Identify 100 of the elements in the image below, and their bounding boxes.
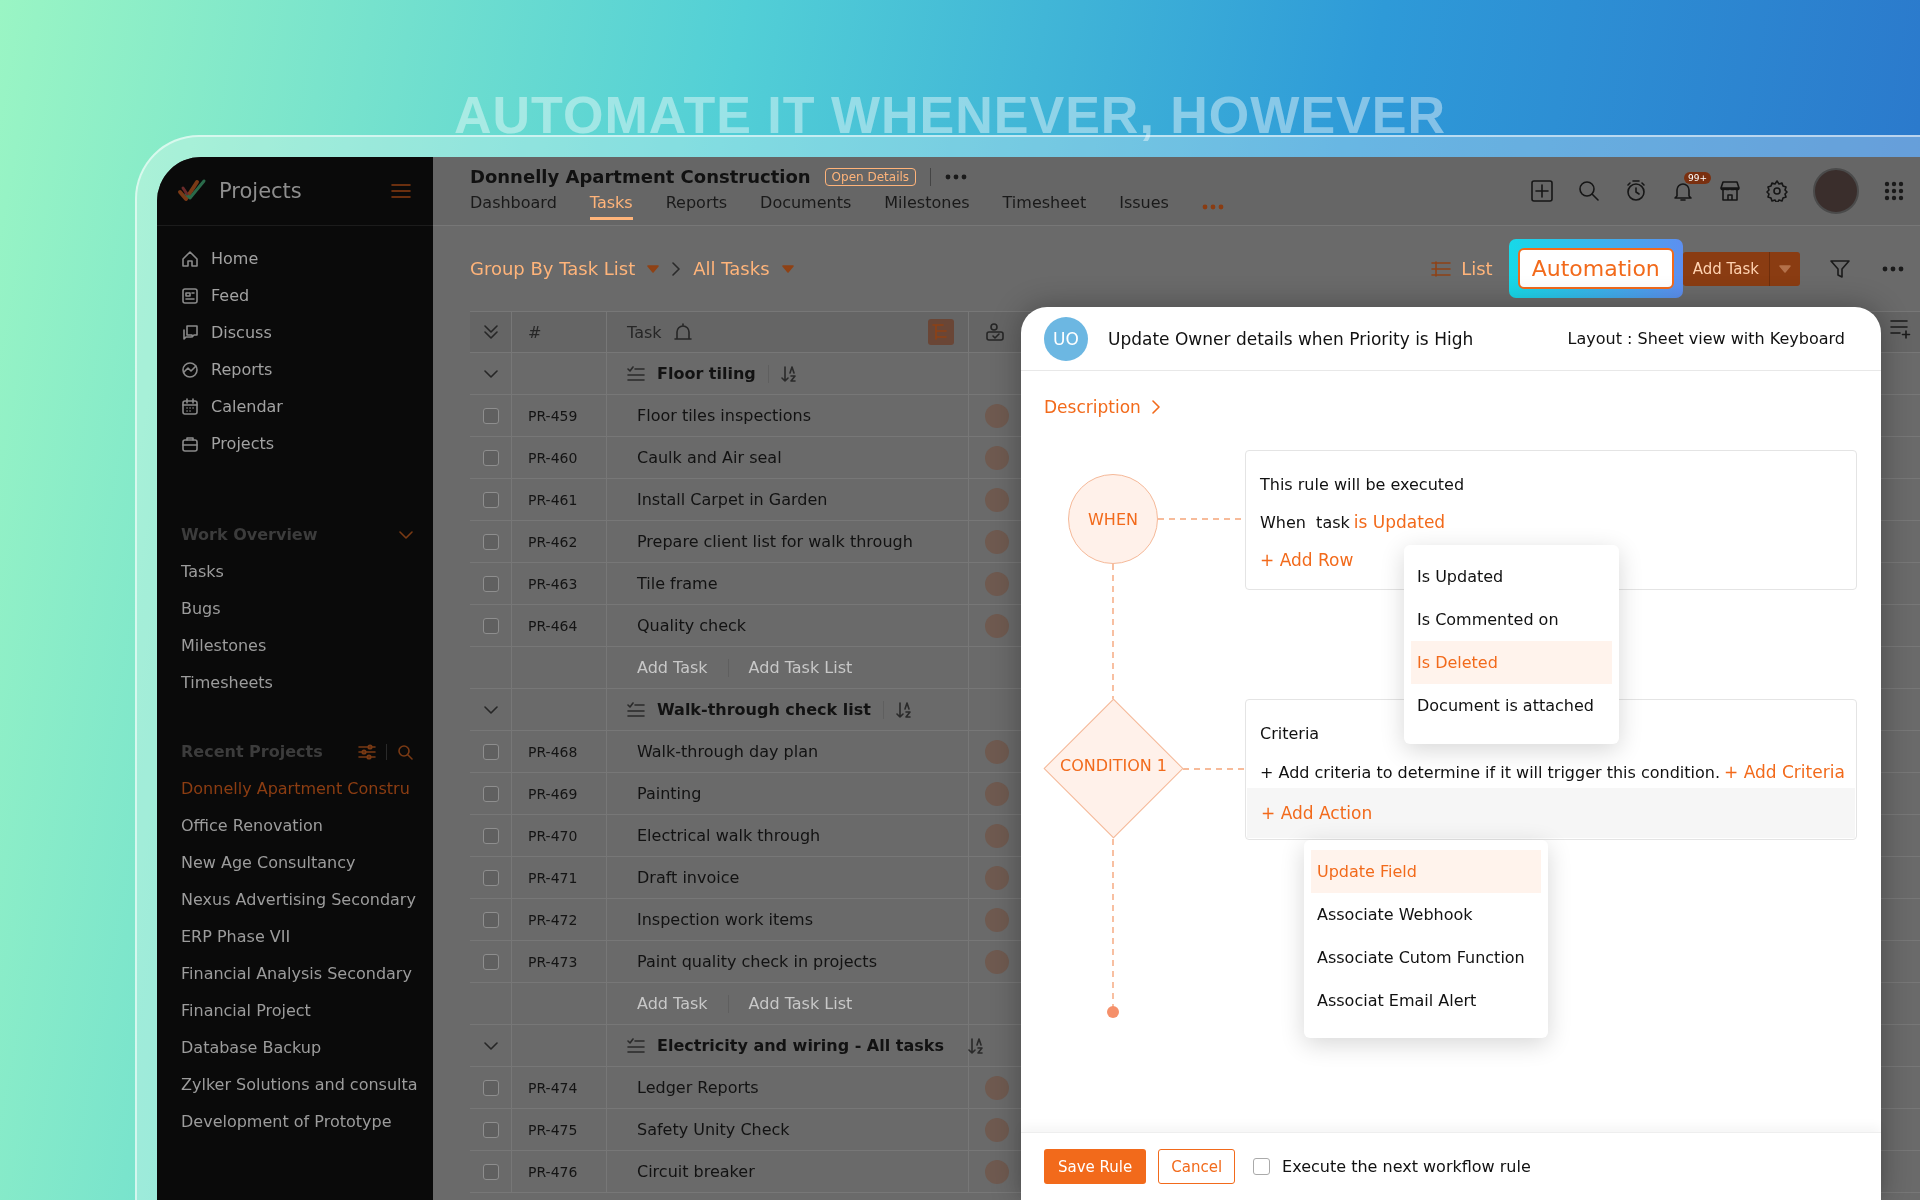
task-title[interactable]: Paint quality check in projects [637,952,877,971]
project-link[interactable]: Financial Project [157,992,433,1029]
tab[interactable]: Dashboard [470,193,557,220]
chevron-down-icon[interactable] [483,1041,498,1050]
add-task-button[interactable]: Add Task [1682,251,1800,286]
task-title[interactable]: Install Carpet in Garden [637,490,828,509]
add-column-icon[interactable] [1890,319,1912,339]
task-title[interactable]: Painting [637,784,702,803]
project-link[interactable]: Office Renovation [157,807,433,844]
checkbox[interactable] [482,1163,499,1180]
checkbox[interactable] [482,869,499,886]
list-icon[interactable] [1431,260,1452,277]
checkbox[interactable] [482,785,499,802]
sort-az-icon[interactable] [895,700,912,719]
more-icon[interactable] [945,173,968,180]
nav-item[interactable]: Calendar [157,388,433,425]
alarm-icon[interactable] [673,323,692,341]
nav-item[interactable]: Timesheets [157,664,433,701]
task-title[interactable]: Caulk and Air seal [637,448,782,467]
task-title[interactable]: Circuit breaker [637,1162,755,1181]
automation-button[interactable]: Automation [1517,248,1674,289]
nav-item[interactable]: Milestones [157,627,433,664]
bell-icon[interactable] [1672,180,1694,202]
nav-item[interactable]: Projects [157,425,433,462]
project-link[interactable]: New Age Consultancy [157,844,433,881]
nav-item[interactable]: Reports [157,351,433,388]
menu-item[interactable]: Associate Webhook [1311,893,1541,936]
project-link[interactable]: Zylker Solutions and consulta [157,1066,433,1103]
add-icon[interactable] [1531,180,1553,202]
checkbox[interactable] [482,1121,499,1138]
checkbox[interactable] [482,491,499,508]
search-icon[interactable] [397,743,413,760]
menu-item[interactable]: Update Field [1311,850,1541,893]
description-link[interactable]: Description [1044,397,1141,417]
menu-item[interactable]: Is Commented on [1411,598,1612,641]
apps-grid-icon[interactable] [1884,181,1904,201]
settings-icon[interactable] [1766,180,1788,202]
checkbox[interactable] [482,827,499,844]
project-link[interactable]: Donnelly Apartment Constru [157,770,433,807]
filter-icon[interactable] [1830,258,1850,279]
sort-az-icon[interactable] [967,1036,984,1055]
tab[interactable]: Tasks [589,193,633,220]
task-title[interactable]: Draft invoice [637,868,740,887]
sort-az-icon[interactable] [780,364,797,383]
tab[interactable]: Milestones [884,193,970,220]
checkbox[interactable] [482,1079,499,1096]
task-title[interactable]: Floor tiles inspections [637,406,812,425]
tab[interactable]: Issues [1119,193,1169,220]
project-link[interactable]: ERP Phase VII [157,918,433,955]
add-task-link[interactable]: Add Task [637,658,708,677]
event-dropdown[interactable]: is Updated [1353,512,1446,532]
save-rule-button[interactable]: Save Rule [1044,1149,1147,1184]
menu-item[interactable]: Associate Cutom Function [1311,936,1541,979]
chevron-down-icon[interactable] [399,530,413,539]
cancel-button[interactable]: Cancel [1158,1149,1236,1184]
checkbox[interactable] [482,407,499,424]
view-dropdown[interactable]: All Tasks [693,258,770,279]
menu-item[interactable]: Associat Email Alert [1311,979,1541,1022]
task-title[interactable]: Electrical walk through [637,826,821,845]
chevron-right-icon[interactable] [1150,400,1160,414]
add-task-list-link[interactable]: Add Task List [748,658,853,677]
chevron-down-icon[interactable] [483,369,498,378]
caret-down-icon[interactable] [647,264,660,273]
user-avatar[interactable] [1813,168,1859,214]
add-criteria-link[interactable]: + Add Criteria [1724,762,1845,782]
task-title[interactable]: Inspection work items [637,910,813,929]
nav-item[interactable]: Discuss [157,314,433,351]
menu-item[interactable]: Is Deleted [1411,641,1612,684]
checkbox[interactable] [482,743,499,760]
group-by-dropdown[interactable]: Group By Task List [470,258,636,279]
open-details-link[interactable]: Open Details [824,167,917,186]
checkbox[interactable] [482,617,499,634]
filter-sliders-icon[interactable] [358,743,376,760]
tab[interactable]: Reports [665,193,728,220]
checkbox[interactable] [1253,1158,1271,1175]
add-task-list-link[interactable]: Add Task List [748,994,853,1013]
add-task-link[interactable]: Add Task [637,994,708,1013]
project-link[interactable]: Financial Analysis Secondary [157,955,433,992]
nav-item[interactable]: Home [157,240,433,277]
task-title[interactable]: Safety Unity Check [637,1120,790,1139]
menu-icon[interactable] [391,183,411,199]
task-title[interactable]: Walk-through day plan [637,742,819,761]
checkbox[interactable] [482,911,499,928]
list-view-link[interactable]: List [1461,258,1493,279]
store-icon[interactable] [1719,180,1741,202]
tab[interactable]: Timesheet [1002,193,1087,220]
timer-icon[interactable] [1625,180,1647,202]
menu-item[interactable]: Document is attached [1411,684,1612,727]
task-title[interactable]: Quality check [637,616,747,635]
checkbox[interactable] [482,449,499,466]
search-icon[interactable] [1578,180,1600,202]
task-title[interactable]: Prepare client list for walk through [637,532,913,551]
collapse-all-icon[interactable] [482,324,499,340]
checkbox[interactable] [482,575,499,592]
task-title[interactable]: Ledger Reports [637,1078,759,1097]
project-link[interactable]: Nexus Advertising Secondary [157,881,433,918]
more-icon[interactable] [1882,265,1904,272]
menu-item[interactable]: Is Updated [1411,555,1612,598]
add-row-link[interactable]: + Add Row [1260,550,1354,570]
task-title[interactable]: Tile frame [637,574,718,593]
